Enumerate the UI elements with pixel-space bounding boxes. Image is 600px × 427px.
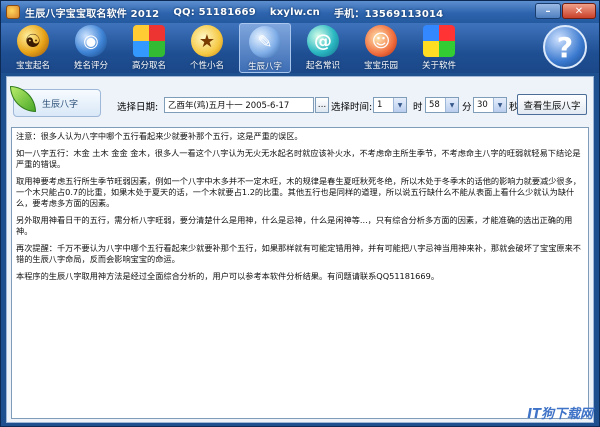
website: kxylw.cn — [269, 6, 320, 18]
tool-label: 宝宝起名 — [15, 61, 50, 71]
qq-number: QQ: 51181669 — [173, 6, 256, 18]
tool-label: 个性小名 — [189, 61, 224, 71]
hour-value: 1 — [377, 100, 383, 110]
phone-number: 手机：13569113014 — [333, 8, 444, 20]
tool-nickname[interactable]: ★ 个性小名 — [181, 23, 233, 73]
help-icon: ? — [556, 30, 574, 64]
minute-select[interactable]: 58 ▼ — [425, 97, 459, 113]
chevron-down-icon: ▼ — [493, 98, 506, 112]
watermark: IT狗下载网 — [527, 407, 593, 422]
hour-unit: 时 — [413, 102, 423, 113]
tool-birth-bazi[interactable]: ✎ 生辰八字 — [239, 23, 291, 73]
tool-label: 生辰八字 — [247, 62, 282, 72]
info-textarea[interactable]: 注意：很多人认为八字中哪个五行看起来少就要补那个五行，这是严重的误区。 如一八字… — [11, 127, 589, 419]
tool-baby-park[interactable]: ☺ 宝宝乐园 — [355, 23, 407, 73]
app-window: 生辰八字宝宝取名软件 2012 QQ: 51181669 kxylw.cn 手机… — [0, 0, 600, 427]
tool-label: 宝宝乐园 — [363, 61, 398, 71]
clown-icon: ☺ — [365, 25, 397, 57]
close-icon: ✕ — [574, 5, 584, 17]
title-bar: 生辰八字宝宝取名软件 2012 QQ: 51181669 kxylw.cn 手机… — [1, 1, 599, 23]
paragraph: 本程序的生辰八字取用神方法是经过全面综合分析的，用户可以参考本软件分析结果。有问… — [16, 271, 440, 281]
tool-naming-knowledge[interactable]: @ 起名常识 — [297, 23, 349, 73]
tool-label: 高分取名 — [131, 61, 166, 71]
date-picker-button[interactable]: ... — [315, 97, 329, 113]
view-bazi-button[interactable]: 查看生辰八字 — [517, 94, 587, 115]
tool-label: 起名常识 — [305, 61, 340, 71]
paragraph: 再次提醒：千万不要认为八字中哪个五行看起来少就要补那个五行，如果那样就有可能定错… — [16, 243, 581, 264]
pen-icon: ✎ — [249, 26, 281, 58]
tool-baby-naming[interactable]: ☯ 宝宝起名 — [7, 23, 59, 73]
leaf-icon — [10, 86, 36, 112]
close-button[interactable]: ✕ — [562, 3, 596, 19]
tool-label: 关于软件 — [421, 61, 456, 71]
globe-icon: ◉ — [75, 25, 107, 57]
date-field[interactable]: 乙酉年(鸡)五月十一 2005-6-17 — [164, 97, 314, 113]
windows-icon — [423, 25, 455, 57]
yin-yang-icon: ☯ — [17, 25, 49, 57]
time-label: 选择时间: — [331, 102, 373, 113]
section-badge-label: 生辰八字 — [42, 99, 79, 110]
paragraph: 注意：很多人认为八字中哪个五行看起来少就要补那个五行，这是严重的误区。 — [16, 131, 303, 141]
minimize-icon: – — [545, 5, 551, 17]
cubes-icon — [133, 25, 165, 57]
paragraph: 如一八字五行：木金 土木 金金 金木，很多人一看这个八字认为无火无水起名时就应该… — [16, 148, 581, 169]
second-value: 30 — [477, 100, 488, 110]
tool-high-score-naming[interactable]: 高分取名 — [123, 23, 175, 73]
hour-select[interactable]: 1 ▼ — [373, 97, 407, 113]
swirl-icon: @ — [307, 25, 339, 57]
window-title: 生辰八字宝宝取名软件 2012 — [25, 8, 160, 20]
tool-label: 姓名评分 — [73, 61, 108, 71]
paragraph: 取用神要考虑五行所生季节旺弱因素，例如一个八字中木多并不一定木旺，木的规律是春生… — [16, 176, 581, 208]
content-panel: 生辰八字 选择日期: 乙酉年(鸡)五月十一 2005-6-17 ... 选择时间… — [6, 76, 594, 423]
chevron-down-icon: ▼ — [445, 98, 458, 112]
main-toolbar: ☯ 宝宝起名 ◉ 姓名评分 高分取名 ★ 个性小名 ✎ 生辰八字 @ 起名常识 … — [1, 23, 599, 73]
chevron-down-icon: ▼ — [393, 98, 406, 112]
tool-name-score[interactable]: ◉ 姓名评分 — [65, 23, 117, 73]
paragraph: 另外取用神看日干的五行，需分析八字旺弱，要分清楚什么是用神，什么是忌神，什么是闲… — [16, 215, 573, 236]
minimize-button[interactable]: – — [535, 3, 561, 19]
section-badge: 生辰八字 — [10, 86, 101, 117]
minute-unit: 分 — [462, 102, 472, 113]
help-button[interactable]: ? — [543, 25, 587, 69]
minute-value: 58 — [429, 100, 440, 110]
sun-icon: ★ — [191, 25, 223, 57]
app-icon — [6, 5, 20, 19]
tool-about[interactable]: 关于软件 — [413, 23, 465, 73]
second-select[interactable]: 30 ▼ — [473, 97, 507, 113]
date-label: 选择日期: — [117, 102, 159, 113]
